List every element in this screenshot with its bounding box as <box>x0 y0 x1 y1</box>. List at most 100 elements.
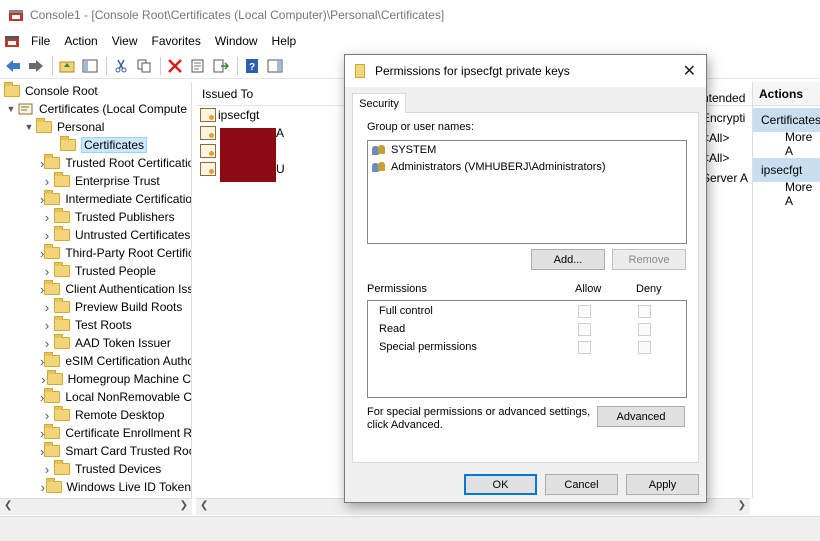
apply-button[interactable]: Apply <box>626 474 699 495</box>
copy-icon[interactable] <box>135 57 153 75</box>
forward-arrow-icon[interactable] <box>27 57 45 75</box>
menu-window[interactable]: Window <box>208 34 265 48</box>
chevron-right-icon[interactable]: › <box>40 408 54 423</box>
show-hide-action-pane-icon[interactable] <box>266 57 284 75</box>
tree-node-store[interactable]: › Untrusted Certificates <box>0 226 191 244</box>
tree-node-store[interactable]: › Homegroup Machine C <box>0 370 191 388</box>
properties-icon[interactable] <box>189 57 207 75</box>
folder-icon <box>54 460 70 475</box>
chevron-right-icon[interactable]: › <box>40 174 54 189</box>
certificates-snapin-icon <box>18 102 34 116</box>
close-icon[interactable]: ✕ <box>683 61 696 81</box>
cancel-button[interactable]: Cancel <box>545 474 618 495</box>
chevron-right-icon[interactable]: › <box>40 228 54 243</box>
svg-text:?: ? <box>249 62 255 73</box>
tree-node-certificates[interactable]: Certificates <box>0 136 191 154</box>
dialog-title: Permissions for ipsecfgt private keys <box>375 64 570 78</box>
permission-row: Read <box>368 321 686 339</box>
tree-node-store[interactable]: › Smart Card Trusted Roo <box>0 442 191 460</box>
show-hide-tree-icon[interactable] <box>81 57 99 75</box>
tree-node-store[interactable]: › Client Authentication Iss <box>0 280 191 298</box>
allow-checkbox[interactable] <box>578 341 591 354</box>
remove-button[interactable]: Remove <box>612 249 686 270</box>
tree-node-store[interactable]: › eSIM Certification Autho <box>0 352 191 370</box>
column-header-intended[interactable]: ntended <box>702 88 748 108</box>
scroll-left-icon[interactable]: ❮ <box>200 500 208 511</box>
tree-node-store[interactable]: › Third-Party Root Certific <box>0 244 191 262</box>
tree-horizontal-scrollbar[interactable]: ❮ ❯ <box>0 498 192 515</box>
tree-label: Certificates (Local Compute <box>39 102 188 116</box>
chevron-right-icon[interactable]: › <box>40 264 54 279</box>
folder-icon <box>54 316 70 331</box>
advanced-button[interactable]: Advanced <box>597 406 685 427</box>
chevron-right-icon[interactable]: › <box>40 336 54 351</box>
more-actions-link[interactable]: More A <box>753 180 820 208</box>
tree-node-store[interactable]: › Trusted People <box>0 262 191 280</box>
tree-node-store[interactable]: › Test Roots <box>0 316 191 334</box>
actions-section-certificates[interactable]: Certificates <box>753 108 820 132</box>
tree-node-store[interactable]: › Trusted Publishers <box>0 208 191 226</box>
chevron-down-icon[interactable]: ▼ <box>4 104 18 114</box>
menu-help[interactable]: Help <box>265 34 304 48</box>
menu-file[interactable]: File <box>24 34 57 48</box>
allow-checkbox[interactable] <box>578 323 591 336</box>
group-user-listbox[interactable]: SYSTEM Administrators (VMHUBERJ\Administ… <box>367 140 687 244</box>
list-item[interactable]: Administrators (VMHUBERJ\Administrators) <box>368 158 686 175</box>
folder-icon <box>54 298 70 313</box>
scroll-right-icon[interactable]: ❯ <box>180 500 188 511</box>
folder-icon <box>54 172 70 187</box>
folder-icon <box>54 334 70 349</box>
tree-node-store[interactable]: › Trusted Root Certificatio <box>0 154 191 172</box>
menu-favorites[interactable]: Favorites <box>145 34 208 48</box>
chevron-down-icon[interactable]: ▼ <box>22 122 36 132</box>
cut-icon[interactable] <box>112 57 130 75</box>
menu-view[interactable]: View <box>105 34 145 48</box>
chevron-right-icon[interactable]: › <box>40 372 47 387</box>
allow-checkbox[interactable] <box>578 305 591 318</box>
ok-button[interactable]: OK <box>464 474 537 495</box>
chevron-right-icon[interactable]: › <box>40 318 54 333</box>
certificate-name-fragment: A <box>276 126 285 140</box>
scroll-left-icon[interactable]: ❮ <box>4 500 12 511</box>
deny-column-label: Deny <box>636 283 662 295</box>
tree-label: Enterprise Trust <box>75 174 160 188</box>
tree-node-store[interactable]: › Intermediate Certificatio <box>0 190 191 208</box>
tree-node-console-root[interactable]: Console Root <box>0 82 191 100</box>
console-icon[interactable] <box>4 33 20 49</box>
tree-node-store[interactable]: › AAD Token Issuer <box>0 334 191 352</box>
chevron-right-icon[interactable]: › <box>40 210 54 225</box>
tree-node-personal[interactable]: ▼ Personal <box>0 118 191 136</box>
list-item[interactable]: SYSTEM <box>368 141 686 158</box>
delete-icon[interactable] <box>166 57 184 75</box>
tree-node-store[interactable]: › Trusted Devices <box>0 460 191 478</box>
deny-checkbox[interactable] <box>638 341 651 354</box>
chevron-right-icon[interactable]: › <box>40 462 54 477</box>
tree-label: Untrusted Certificates <box>75 228 191 242</box>
tree-node-certificates-local-computer[interactable]: ▼ Certificates (Local Compute <box>0 100 191 118</box>
tree-label: Intermediate Certificatio <box>65 192 192 206</box>
up-folder-icon[interactable] <box>58 57 76 75</box>
export-list-icon[interactable] <box>212 57 230 75</box>
add-button[interactable]: Add... <box>531 249 605 270</box>
deny-checkbox[interactable] <box>638 305 651 318</box>
chevron-right-icon[interactable]: › <box>40 300 54 315</box>
tree-node-store[interactable]: › Local NonRemovable Ce <box>0 388 191 406</box>
tree-node-store[interactable]: › Certificate Enrollment R <box>0 424 191 442</box>
help-icon[interactable]: ? <box>243 57 261 75</box>
intended-purpose-cell: Server A <box>702 171 749 185</box>
scroll-right-icon[interactable]: ❯ <box>738 500 746 511</box>
back-arrow-icon[interactable] <box>4 57 22 75</box>
deny-checkbox[interactable] <box>638 323 651 336</box>
menu-action[interactable]: Action <box>57 34 104 48</box>
tree-node-store[interactable]: › Preview Build Roots <box>0 298 191 316</box>
dialog-title-bar: Permissions for ipsecfgt private keys ✕ <box>345 55 706 87</box>
tree-node-store[interactable]: › Enterprise Trust <box>0 172 191 190</box>
permissions-label: Permissions <box>367 283 427 295</box>
tree-label: Personal <box>57 120 105 134</box>
actions-section-ipsecfgt[interactable]: ipsecfgt <box>753 158 820 182</box>
tab-security[interactable]: Security <box>352 93 406 113</box>
toolbar-separator <box>106 56 107 75</box>
tree-node-store[interactable]: › Windows Live ID Token <box>0 478 191 496</box>
tree-node-store[interactable]: › Remote Desktop <box>0 406 191 424</box>
more-actions-link[interactable]: More A <box>753 130 820 158</box>
